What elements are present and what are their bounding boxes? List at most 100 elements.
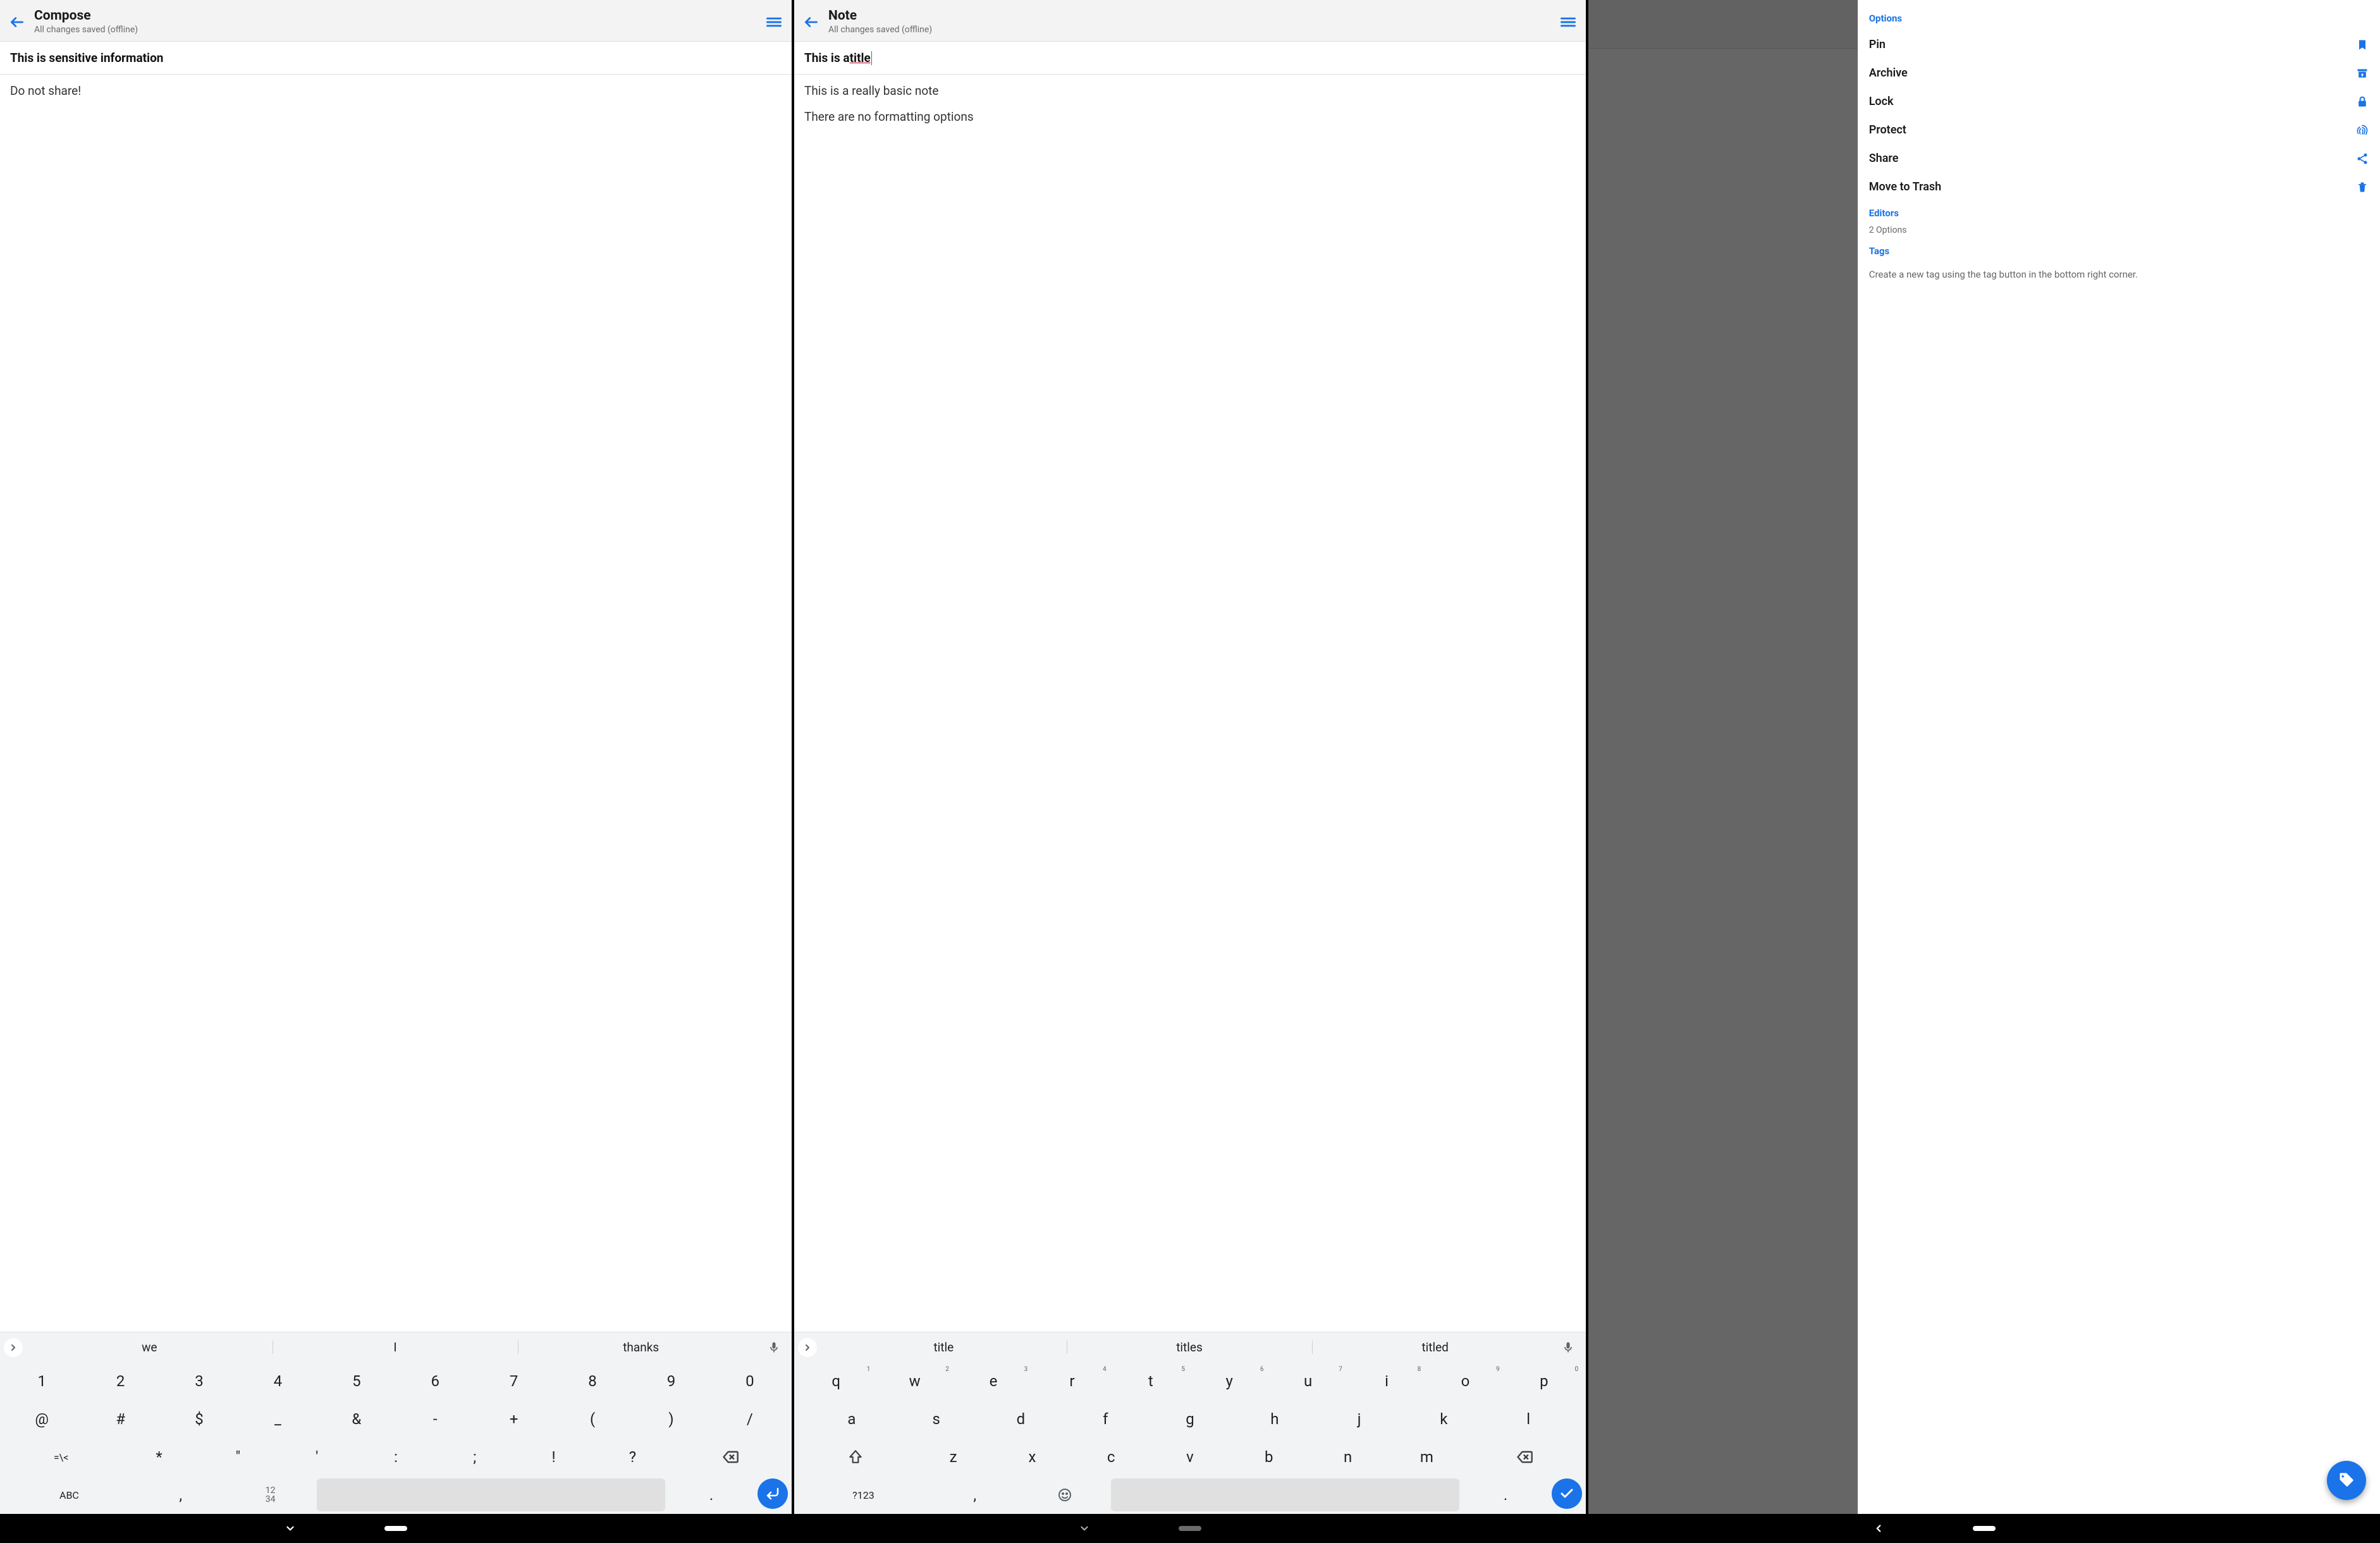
key[interactable]: e3 <box>955 1365 1031 1398</box>
spacebar-key[interactable] <box>1111 1478 1460 1511</box>
option-trash[interactable]: Move to Trash <box>1869 173 2369 201</box>
key-abc[interactable]: ABC <box>4 1478 135 1511</box>
key[interactable]: ; <box>436 1441 513 1473</box>
key-period[interactable]: . <box>668 1478 755 1511</box>
key[interactable]: y6 <box>1191 1365 1267 1398</box>
suggestion[interactable]: title <box>821 1336 1067 1358</box>
key-comma[interactable]: , <box>137 1478 224 1511</box>
back-arrow-icon[interactable] <box>9 14 25 30</box>
add-tag-fab[interactable] <box>2327 1461 2366 1500</box>
note-title-field[interactable]: This is a title <box>794 42 1586 75</box>
nav-home-pill[interactable] <box>1179 1526 1201 1531</box>
note-body-field[interactable]: This is a really basic note There are no… <box>794 75 1586 1332</box>
key-period[interactable]: . <box>1462 1478 1549 1511</box>
key[interactable]: / <box>712 1403 788 1435</box>
key[interactable]: w2 <box>876 1365 952 1398</box>
key[interactable]: # <box>82 1403 158 1435</box>
key[interactable]: 0 <box>712 1365 788 1398</box>
spacebar-key[interactable] <box>317 1478 666 1511</box>
key[interactable]: b <box>1230 1441 1307 1473</box>
option-archive[interactable]: Archive <box>1869 59 2369 87</box>
key[interactable]: u7 <box>1270 1365 1346 1398</box>
editors-subtext[interactable]: 2 Options <box>1869 225 2369 242</box>
option-lock[interactable]: Lock <box>1869 87 2369 116</box>
key[interactable]: x <box>994 1441 1070 1473</box>
back-arrow-icon[interactable] <box>803 14 819 30</box>
note-title-field[interactable]: This is sensitive information <box>0 42 792 75</box>
key-numlayout[interactable]: 1234 <box>227 1478 314 1511</box>
backspace-key[interactable] <box>1468 1441 1582 1473</box>
key[interactable]: ' <box>279 1441 355 1473</box>
key[interactable]: p0 <box>1506 1365 1582 1398</box>
key-symbols[interactable]: ?123 <box>798 1478 929 1511</box>
key[interactable]: k <box>1402 1403 1485 1435</box>
key[interactable]: n <box>1310 1441 1386 1473</box>
key[interactable]: _ <box>240 1403 316 1435</box>
expand-suggestions-icon[interactable] <box>4 1338 23 1357</box>
key[interactable]: $ <box>161 1403 237 1435</box>
suggestion[interactable]: I <box>273 1336 518 1358</box>
expand-suggestions-icon[interactable] <box>798 1338 817 1357</box>
key[interactable]: 8 <box>555 1365 630 1398</box>
nav-down-icon[interactable] <box>285 1523 296 1534</box>
key[interactable]: z <box>915 1441 991 1473</box>
key[interactable]: t5 <box>1113 1365 1189 1398</box>
key[interactable]: a <box>811 1403 893 1435</box>
key[interactable]: d <box>980 1403 1062 1435</box>
key[interactable]: m <box>1389 1441 1465 1473</box>
key[interactable]: 7 <box>475 1365 551 1398</box>
done-key[interactable] <box>1552 1478 1582 1509</box>
nav-home-pill[interactable] <box>1973 1526 1996 1531</box>
key[interactable]: ? <box>594 1441 671 1473</box>
key-comma[interactable]: , <box>931 1478 1019 1511</box>
option-share[interactable]: Share <box>1869 144 2369 173</box>
nav-down-icon[interactable] <box>1079 1523 1090 1534</box>
shift-key[interactable] <box>798 1441 912 1473</box>
menu-icon[interactable] <box>1559 13 1577 31</box>
key[interactable]: " <box>200 1441 276 1473</box>
nav-back-icon[interactable] <box>1873 1523 1884 1534</box>
emoji-key[interactable] <box>1021 1478 1108 1511</box>
key[interactable]: * <box>121 1441 197 1473</box>
suggestion[interactable]: titles <box>1067 1336 1313 1358</box>
mic-icon[interactable] <box>1562 1341 1582 1354</box>
suggestion[interactable]: titled <box>1312 1336 1558 1358</box>
key[interactable]: i8 <box>1349 1365 1425 1398</box>
key[interactable]: 3 <box>161 1365 237 1398</box>
key[interactable]: ! <box>515 1441 592 1473</box>
key[interactable]: j <box>1318 1403 1401 1435</box>
option-pin[interactable]: Pin <box>1869 30 2369 59</box>
key[interactable]: 4 <box>240 1365 316 1398</box>
key[interactable]: l <box>1487 1403 1569 1435</box>
key-symbols[interactable]: =\< <box>4 1441 118 1473</box>
key[interactable]: c <box>1073 1441 1150 1473</box>
key[interactable]: & <box>319 1403 395 1435</box>
key[interactable]: g <box>1149 1403 1231 1435</box>
key[interactable]: 1 <box>4 1365 80 1398</box>
key[interactable]: v <box>1152 1441 1229 1473</box>
key[interactable]: : <box>358 1441 434 1473</box>
key[interactable]: ( <box>555 1403 630 1435</box>
key[interactable]: h <box>1234 1403 1316 1435</box>
key[interactable]: o9 <box>1427 1365 1503 1398</box>
key[interactable]: q1 <box>798 1365 874 1398</box>
menu-icon[interactable] <box>765 13 783 31</box>
key[interactable]: 2 <box>82 1365 158 1398</box>
key[interactable]: - <box>397 1403 473 1435</box>
key[interactable]: 6 <box>397 1365 473 1398</box>
key[interactable]: ) <box>633 1403 709 1435</box>
suggestion[interactable]: thanks <box>518 1336 764 1358</box>
note-body-field[interactable]: Do not share! <box>0 75 792 1332</box>
mic-icon[interactable] <box>768 1341 788 1354</box>
backspace-key[interactable] <box>673 1441 788 1473</box>
suggestion[interactable]: we <box>27 1336 273 1358</box>
key[interactable]: s <box>895 1403 978 1435</box>
key[interactable]: + <box>475 1403 551 1435</box>
key[interactable]: f <box>1064 1403 1146 1435</box>
key[interactable]: 5 <box>319 1365 395 1398</box>
key[interactable]: @ <box>4 1403 80 1435</box>
option-protect[interactable]: Protect <box>1869 116 2369 144</box>
key[interactable]: 9 <box>633 1365 709 1398</box>
key[interactable]: r4 <box>1034 1365 1110 1398</box>
enter-key[interactable] <box>758 1478 788 1509</box>
